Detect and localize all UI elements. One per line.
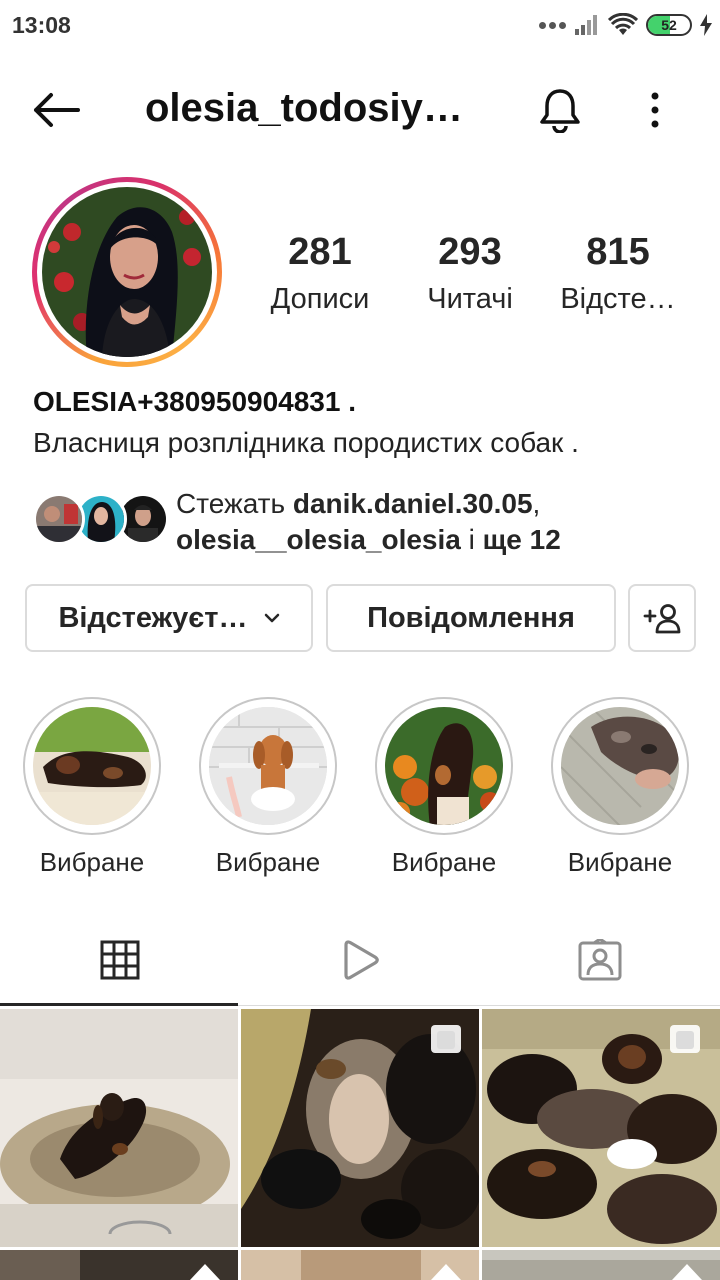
profile-avatar-ring[interactable] (32, 177, 222, 367)
battery-level: 52 (661, 17, 677, 33)
following-button[interactable]: Відстежуєт… (25, 584, 313, 652)
message-button-label: Повідомлення (367, 601, 575, 634)
battery-icon: 52 (646, 14, 692, 36)
notifications-button[interactable] (532, 80, 588, 140)
add-user-icon (643, 604, 681, 634)
chevron-down-icon (264, 613, 279, 623)
tab-reels[interactable] (240, 914, 480, 1006)
posts-stat[interactable]: 281 Дописи (250, 228, 390, 322)
status-time: 13:08 (12, 12, 71, 38)
grid-icon (100, 940, 140, 980)
posts-label: Дописи (270, 283, 370, 315)
tagged-person-icon (578, 939, 622, 981)
back-arrow-icon (34, 93, 80, 127)
highlight-1-image (33, 707, 151, 825)
suggest-users-button[interactable] (628, 584, 696, 652)
profile-header: olesia_todosiy… (0, 60, 720, 160)
followed-by[interactable]: Стежать danik.daniel.30.05, olesia__oles… (33, 486, 693, 556)
followed-more[interactable]: ще 12 (483, 524, 561, 555)
followed-user-1[interactable]: danik.daniel.30.05 (293, 488, 533, 519)
highlight-1-label: Вибране (39, 847, 145, 877)
following-count: 815 (586, 231, 650, 273)
highlight-4-label: Вибране (567, 847, 673, 877)
username-title: olesia_todosiy… (145, 86, 463, 130)
bell-icon (540, 89, 580, 133)
more-dots-icon (539, 21, 566, 29)
following-stat[interactable]: 815 Відсте… (548, 228, 688, 322)
wifi-icon (608, 13, 638, 35)
highlight-3-label: Вибране (391, 847, 497, 877)
highlight-3-image (385, 707, 503, 825)
highlight-2-label: Вибране (215, 847, 321, 877)
post-thumbnail-1[interactable] (0, 1009, 238, 1247)
following-label: Відсте… (560, 283, 676, 315)
tab-posts-grid[interactable] (0, 914, 240, 1006)
followed-user-2[interactable]: olesia__olesia_olesia (176, 524, 461, 555)
post-thumbnail-5[interactable] (241, 1250, 479, 1280)
profile-tabs (0, 914, 720, 1006)
post-thumbnail-3[interactable] (482, 1009, 720, 1247)
post-thumbnail-4[interactable] (0, 1250, 238, 1280)
followers-count: 293 (438, 231, 502, 273)
post-thumbnail-6[interactable] (482, 1250, 720, 1280)
posts-grid (0, 1009, 720, 1280)
following-button-label: Відстежуєт… (58, 601, 248, 634)
highlight-4[interactable]: Вибране (550, 697, 690, 878)
avatar (42, 187, 212, 357)
follower-avatar-1 (33, 493, 85, 545)
reels-play-icon (344, 940, 379, 980)
charging-icon (700, 14, 712, 36)
status-icons: 52 (539, 10, 712, 40)
back-button[interactable] (26, 82, 86, 138)
highlight-4-image (561, 707, 679, 825)
message-button[interactable]: Повідомлення (326, 584, 616, 652)
bio-name: OLESIA+380950904831 . (33, 386, 357, 417)
followers-label: Читачі (427, 283, 513, 315)
more-options-button[interactable] (630, 80, 680, 140)
bio-text: Власниця розплідника породистих собак . (33, 427, 579, 458)
more-vertical-icon (651, 92, 659, 128)
signal-icon (575, 15, 597, 35)
highlight-1[interactable]: Вибране (22, 697, 162, 878)
followed-by-text: Стежать danik.daniel.30.05, olesia__oles… (176, 488, 561, 555)
posts-count: 281 (288, 231, 352, 273)
tab-tagged[interactable] (480, 914, 720, 1006)
highlight-3[interactable]: Вибране (374, 697, 514, 878)
highlight-2[interactable]: Вибране (198, 697, 338, 878)
highlight-2-image (209, 707, 327, 825)
followers-stat[interactable]: 293 Читачі (400, 228, 540, 322)
active-tab-indicator (0, 1003, 238, 1006)
status-bar: 13:08 52 (0, 0, 720, 50)
profile-stats: 281 Дописи 293 Читачі 815 Відсте… (250, 228, 710, 328)
post-thumbnail-2[interactable] (241, 1009, 479, 1247)
